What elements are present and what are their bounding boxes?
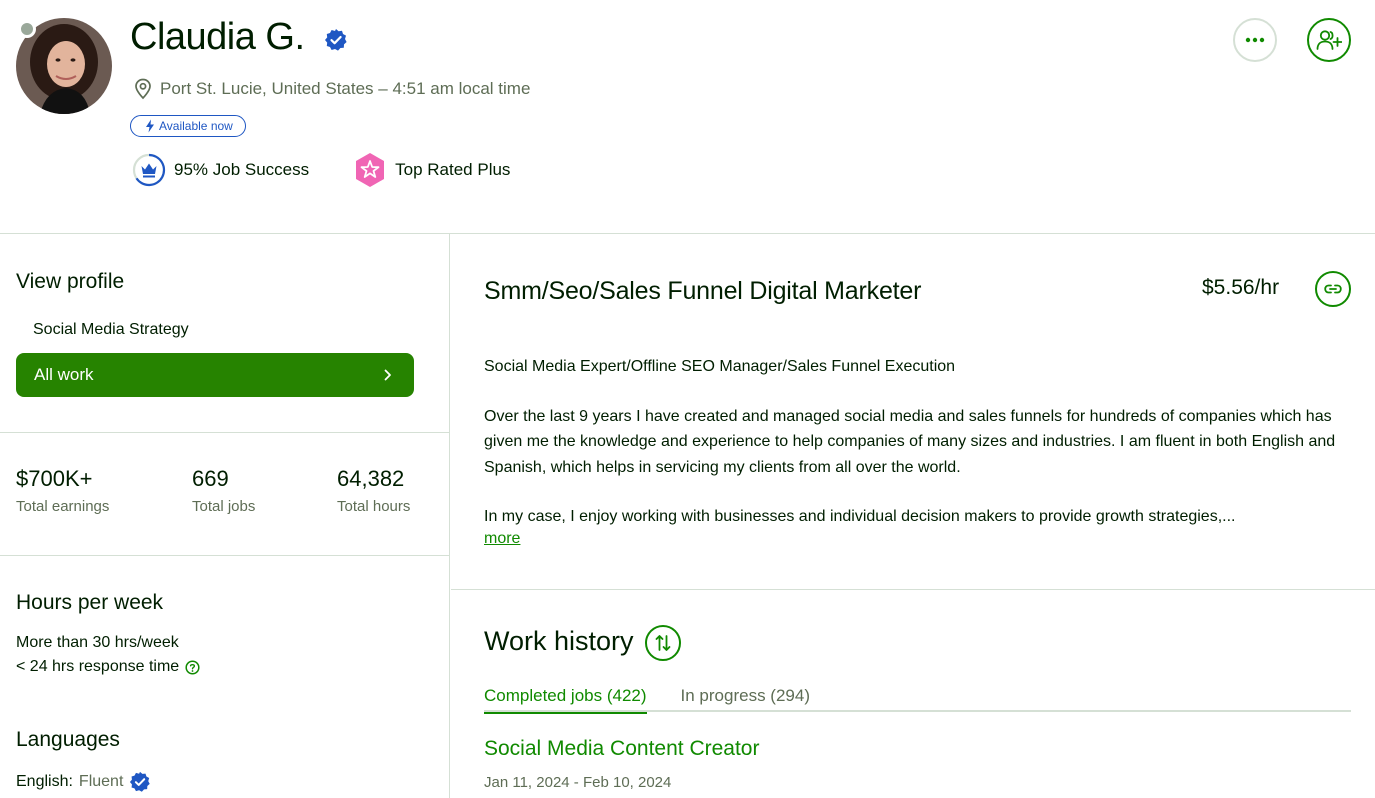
all-work-button[interactable]: All work	[16, 353, 414, 397]
job-title-link[interactable]: Social Media Content Creator	[484, 737, 759, 761]
section-divider	[451, 589, 1375, 590]
all-work-label: All work	[34, 365, 94, 384]
response-time: < 24 hrs response time	[16, 658, 200, 676]
sidebar-divider	[0, 555, 449, 556]
location-text: Port St. Lucie, United States – 4:51 am …	[160, 79, 531, 98]
online-status-dot	[18, 20, 36, 38]
overview-paragraph: Over the last 9 years I have created and…	[484, 407, 1336, 476]
star-badge-icon	[356, 153, 385, 187]
verified-check-icon	[130, 771, 151, 792]
view-profile-title: View profile	[16, 270, 125, 293]
stat-label: Total hours	[337, 498, 411, 515]
language-item: English: Fluent	[16, 771, 151, 793]
stat-value: 669	[192, 466, 229, 491]
tab-completed-jobs[interactable]: Completed jobs (422)	[484, 686, 647, 714]
profile-overview: Social Media Expert/Offline SEO Manager/…	[484, 354, 1354, 554]
hours-per-week-value: More than 30 hrs/week	[16, 634, 179, 652]
profile-title: Smm/Seo/Sales Funnel Digital Marketer	[484, 277, 922, 305]
top-rated-badge[interactable]: Top Rated Plus	[353, 152, 510, 188]
overview-more-link[interactable]: more	[484, 530, 520, 548]
sort-arrows-icon	[655, 635, 671, 651]
more-options-button[interactable]	[1233, 18, 1277, 62]
availability-text: Available now	[159, 119, 233, 133]
language-level: Fluent	[78, 773, 124, 790]
stat-label: Total earnings	[16, 498, 110, 515]
stat-value: $700K+	[16, 466, 93, 491]
job-dates: Jan 11, 2024 - Feb 10, 2024	[484, 774, 672, 791]
overview-paragraph: In my case, I enjoy working with busines…	[484, 508, 1236, 525]
invite-to-team-button[interactable]	[1307, 18, 1351, 62]
specialty-option[interactable]: Social Media Strategy	[33, 321, 189, 339]
add-user-icon	[1316, 30, 1342, 50]
sidebar-divider	[0, 432, 449, 433]
availability-badge[interactable]: Available now	[130, 115, 246, 137]
profile-name: Claudia G.	[130, 16, 305, 58]
link-icon	[1324, 284, 1342, 294]
tab-in-progress[interactable]: In progress (294)	[681, 686, 810, 712]
crown-icon	[132, 153, 166, 187]
ellipsis-icon	[1245, 37, 1265, 43]
question-circle-icon[interactable]	[185, 659, 200, 675]
stat-value: 64,382	[337, 466, 405, 491]
language-name: English:	[16, 773, 73, 790]
response-time-text: < 24 hrs response time	[16, 658, 180, 675]
stat-label: Total jobs	[192, 498, 256, 515]
hours-per-week-title: Hours per week	[16, 591, 164, 614]
hourly-rate: $5.56/hr	[1202, 276, 1280, 299]
job-success-badge[interactable]: 95% Job Success	[132, 153, 309, 187]
languages-title: Languages	[16, 728, 120, 751]
hours-value-text: More than 30 hrs/week	[16, 634, 179, 651]
stat-total-jobs: 669 Total jobs	[192, 466, 255, 515]
lightning-icon	[146, 119, 154, 133]
profile-sidebar: View profile Social Media Strategy All w…	[0, 234, 450, 798]
profile-header: Claudia G. Port St. Lucie, United States…	[0, 0, 1375, 234]
stat-total-hours: 64,382 Total hours	[337, 466, 410, 515]
profile-badges: 95% Job Success Top Rated Plus	[132, 152, 554, 188]
chevron-right-icon	[384, 369, 391, 381]
overview-paragraph: Social Media Expert/Offline SEO Manager/…	[484, 358, 956, 375]
sort-work-history-button[interactable]	[645, 625, 681, 661]
work-history-tabs: Completed jobs (422) In progress (294)	[484, 686, 1351, 714]
stat-total-earnings: $700K+ Total earnings	[16, 466, 109, 515]
work-history-title: Work history	[484, 626, 634, 656]
top-rated-text: Top Rated Plus	[395, 160, 511, 179]
profile-location: Port St. Lucie, United States – 4:51 am …	[134, 78, 530, 100]
job-success-text: 95% Job Success	[174, 160, 310, 179]
verified-check-icon	[324, 28, 348, 57]
copy-link-button[interactable]	[1315, 271, 1351, 307]
map-pin-icon	[135, 78, 151, 100]
